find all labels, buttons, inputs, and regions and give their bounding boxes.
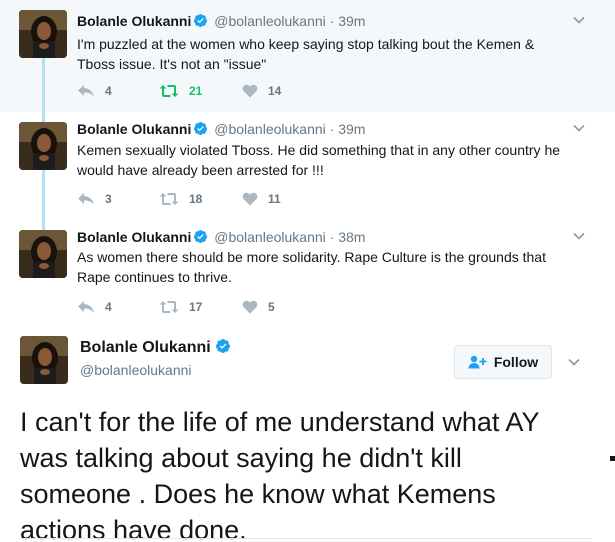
main-tweet-text: I can't for the life of me understand wh…: [20, 404, 590, 542]
thread-tweet-1[interactable]: Bolanle Olukanni @bolanleolukanni · 39m …: [0, 0, 615, 112]
retweet-count: 17: [189, 300, 203, 314]
retweet-button[interactable]: 17: [159, 298, 202, 316]
tweet-text: I'm puzzled at the women who keep saying…: [77, 34, 582, 74]
heart-icon: [242, 192, 258, 206]
divider: [20, 538, 592, 539]
author-name[interactable]: Bolanle Olukanni: [77, 121, 191, 137]
author-name[interactable]: Bolanle Olukanni: [77, 13, 191, 29]
tweet-text-line: would have already been arrested for !!!: [77, 162, 324, 178]
chevron-down-icon[interactable]: [571, 228, 587, 244]
author-handle[interactable]: @bolanleolukanni: [80, 362, 192, 378]
reply-count: 3: [105, 192, 112, 206]
retweet-count: 21: [189, 84, 203, 98]
retweet-button[interactable]: 21: [159, 82, 202, 100]
author-handle[interactable]: @bolanleolukanni: [214, 121, 326, 137]
author-name[interactable]: Bolanle Olukanni: [77, 229, 191, 245]
timestamp[interactable]: 39m: [338, 13, 365, 29]
follow-label: Follow: [493, 354, 539, 370]
heart-icon: [242, 84, 258, 98]
timestamp[interactable]: 38m: [338, 229, 365, 245]
chevron-down-icon[interactable]: [566, 354, 582, 370]
retweet-icon: [159, 193, 179, 205]
reply-button[interactable]: 4: [77, 298, 112, 316]
timestamp[interactable]: 39m: [338, 121, 365, 137]
avatar[interactable]: [20, 336, 68, 384]
reply-icon: [78, 193, 94, 205]
retweet-icon: [159, 301, 179, 313]
reply-count: 4: [105, 300, 112, 314]
time-separator: ·: [329, 229, 335, 245]
reply-icon: [78, 85, 94, 97]
verified-badge-icon: [215, 339, 230, 353]
author-handle[interactable]: @bolanleolukanni: [214, 13, 326, 29]
follow-button[interactable]: Follow: [454, 345, 552, 379]
verified-badge-icon: [194, 121, 208, 136]
tweet-text-line: was talking about saying he didn't kill: [20, 443, 462, 473]
author-handle[interactable]: @bolanleolukanni: [214, 229, 326, 245]
like-count: 5: [268, 300, 275, 314]
tweet-header: Bolanle Olukanni @bolanleolukanni · 39m: [77, 120, 365, 138]
tweet-text-line: I can't for the life of me understand wh…: [20, 407, 540, 437]
retweet-button[interactable]: 18: [159, 190, 202, 208]
time-separator: ·: [329, 121, 335, 137]
side-marker: [610, 456, 615, 461]
thread-tweet-3[interactable]: Bolanle Olukanni @bolanleolukanni · 38m …: [0, 220, 615, 328]
author-name[interactable]: Bolanle Olukanni: [80, 339, 211, 356]
like-count: 11: [268, 192, 281, 206]
reply-button[interactable]: 3: [77, 190, 112, 208]
verified-badge-icon: [194, 13, 208, 28]
main-author-name-row: Bolanle Olukanni: [80, 338, 231, 358]
tweet-text-line: someone . Does he know what Kemens: [20, 479, 496, 509]
divider-tick: [183, 538, 184, 542]
tweet-text-line: Rape continues to thrive.: [77, 269, 232, 285]
tweet-text: Kemen sexually violated Tboss. He did so…: [77, 140, 582, 180]
retweet-icon: [159, 85, 179, 97]
avatar[interactable]: [19, 230, 67, 278]
like-count: 14: [268, 84, 282, 98]
tweet-header: Bolanle Olukanni @bolanleolukanni · 39m: [77, 12, 365, 30]
tweet-text-line: I'm puzzled at the women who keep saying…: [77, 36, 535, 52]
retweet-count: 18: [189, 192, 203, 206]
chevron-down-icon[interactable]: [571, 12, 587, 28]
avatar[interactable]: [19, 122, 67, 170]
tweet-text-line: Kemen sexually violated Tboss. He did so…: [77, 142, 561, 158]
reply-count: 4: [105, 84, 112, 98]
tweet-text: As women there should be more solidarity…: [77, 247, 582, 287]
like-button[interactable]: 14: [242, 82, 281, 100]
like-button[interactable]: 11: [242, 190, 281, 208]
like-button[interactable]: 5: [242, 298, 275, 316]
thread-tweet-2[interactable]: Bolanle Olukanni @bolanleolukanni · 39m …: [0, 112, 615, 220]
chevron-down-icon[interactable]: [571, 120, 587, 136]
reply-button[interactable]: 4: [77, 82, 112, 100]
tweet-text-line: As women there should be more solidarity…: [77, 249, 546, 265]
heart-icon: [242, 300, 258, 314]
tweet-text-line: Tboss issue. It's not an "issue": [77, 56, 267, 72]
time-separator: ·: [329, 13, 335, 29]
reply-icon: [78, 301, 94, 313]
follow-person-icon: [468, 355, 487, 369]
avatar[interactable]: [19, 10, 67, 58]
tweet-header: Bolanle Olukanni @bolanleolukanni · 38m: [77, 228, 365, 246]
verified-badge-icon: [194, 229, 208, 244]
